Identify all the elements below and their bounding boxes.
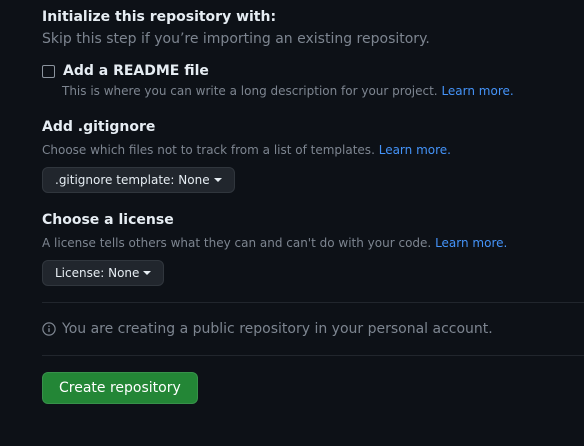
create-repository-label: Create repository bbox=[59, 380, 181, 396]
gitignore-description: Choose which files not to track from a l… bbox=[42, 142, 584, 158]
readme-description: This is where you can write a long descr… bbox=[62, 83, 584, 99]
public-repo-notice: You are creating a public repository in … bbox=[42, 319, 584, 339]
create-repository-button[interactable]: Create repository bbox=[42, 372, 198, 404]
readme-option[interactable]: Add a README file bbox=[42, 61, 584, 81]
gitignore-template-dropdown[interactable]: .gitignore template: None bbox=[42, 167, 235, 193]
license-dropdown-label: License: None bbox=[55, 266, 140, 280]
new-repository-page: Initialize this repository with: Skip th… bbox=[0, 0, 584, 446]
readme-checkbox[interactable] bbox=[42, 64, 55, 78]
caret-down-icon bbox=[213, 178, 222, 182]
readme-description-text: This is where you can write a long descr… bbox=[62, 84, 438, 98]
init-subtitle: Skip this step if you’re importing an ex… bbox=[42, 31, 430, 47]
info-icon bbox=[42, 322, 56, 336]
init-title: Initialize this repository with: bbox=[42, 9, 277, 25]
license-learn-more-link[interactable]: Learn more. bbox=[435, 236, 507, 250]
gitignore-dropdown-label: .gitignore template: None bbox=[55, 173, 210, 187]
license-dropdown[interactable]: License: None bbox=[42, 260, 165, 286]
caret-down-icon bbox=[143, 271, 152, 275]
initialize-section: Initialize this repository with: Skip th… bbox=[42, 8, 584, 404]
gitignore-description-text: Choose which files not to track from a l… bbox=[42, 143, 375, 157]
license-description: A license tells others what they can and… bbox=[42, 235, 584, 251]
gitignore-title: Add .gitignore bbox=[42, 119, 156, 135]
public-repo-notice-text: You are creating a public repository in … bbox=[62, 321, 493, 337]
readme-label[interactable]: Add a README file bbox=[63, 61, 209, 81]
license-description-text: A license tells others what they can and… bbox=[42, 236, 432, 250]
readme-learn-more-link[interactable]: Learn more. bbox=[441, 84, 513, 98]
license-title: Choose a license bbox=[42, 212, 174, 228]
gitignore-learn-more-link[interactable]: Learn more. bbox=[379, 143, 451, 157]
